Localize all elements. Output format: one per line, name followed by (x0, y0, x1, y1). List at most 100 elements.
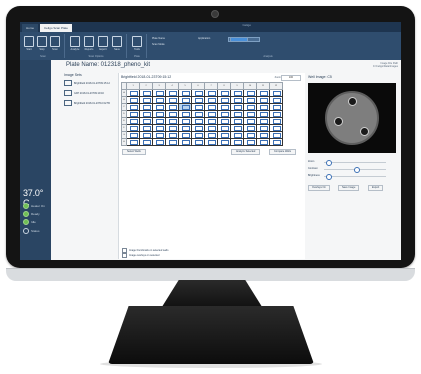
plate-well[interactable] (256, 131, 270, 139)
scan-button[interactable]: Scan (50, 36, 60, 51)
zoom-slider[interactable] (324, 160, 386, 166)
plate-well[interactable] (165, 96, 179, 104)
plate-well[interactable] (217, 117, 231, 125)
plate-well[interactable] (139, 110, 153, 118)
plate-well[interactable] (152, 117, 166, 125)
plate-well[interactable] (243, 124, 257, 132)
plate-well[interactable] (217, 96, 231, 104)
plate-well[interactable] (139, 138, 153, 146)
plate-well[interactable] (256, 124, 270, 132)
plate-well[interactable] (178, 117, 192, 125)
image-set-item[interactable]: GFP 2018-01-23T09:19:40 (64, 90, 116, 96)
plate-well[interactable] (230, 138, 244, 146)
column-header[interactable]: 7 (204, 82, 218, 90)
plate-well[interactable] (165, 110, 179, 118)
zoom-input[interactable]: 100 (281, 75, 301, 81)
plate-well[interactable] (256, 96, 270, 104)
column-header[interactable]: 3 (152, 82, 166, 90)
plate-well[interactable] (230, 103, 244, 111)
plate-well[interactable] (243, 103, 257, 111)
plate-well[interactable] (230, 89, 244, 97)
plate-well[interactable] (217, 124, 231, 132)
plate-well[interactable] (243, 110, 257, 118)
plate-well[interactable] (243, 89, 257, 97)
plate-well[interactable] (243, 117, 257, 125)
analyze-selected-button[interactable]: Analyze Selected (231, 149, 261, 155)
brightness-slider[interactable] (324, 174, 386, 180)
column-header[interactable]: 10 (243, 82, 257, 90)
plate-well[interactable] (126, 138, 140, 146)
plate-well[interactable] (139, 89, 153, 97)
plate-well[interactable] (152, 110, 166, 118)
plate-well[interactable] (269, 96, 283, 104)
plate-well[interactable] (165, 103, 179, 111)
plate-well[interactable] (217, 138, 231, 146)
plate-well[interactable] (191, 124, 205, 132)
plate-well[interactable] (178, 89, 192, 97)
plate-well[interactable] (139, 117, 153, 125)
export-button[interactable]: Export (98, 36, 108, 51)
plate-well[interactable] (139, 96, 153, 104)
plate-well[interactable] (126, 110, 140, 118)
plate-well[interactable] (204, 110, 218, 118)
plate-well[interactable] (217, 103, 231, 111)
plate-well[interactable] (139, 103, 153, 111)
slider-knob[interactable] (326, 174, 332, 180)
plate-well[interactable] (230, 131, 244, 139)
plate-well[interactable] (178, 110, 192, 118)
export-image-button[interactable]: Export (368, 185, 384, 191)
plate-well[interactable] (126, 131, 140, 139)
plate-well[interactable] (191, 103, 205, 111)
plate-well[interactable] (230, 117, 244, 125)
overlays-button[interactable]: Overlays On (308, 185, 330, 191)
plate-well[interactable] (204, 124, 218, 132)
image-set-item[interactable]: Brightfield 2018-01-23T09:15:12 (64, 80, 116, 86)
plate-well[interactable] (256, 138, 270, 146)
stop-button[interactable]: Stop (37, 36, 47, 51)
plate-well[interactable] (204, 96, 218, 104)
plate-well[interactable] (152, 138, 166, 146)
plate-well[interactable] (217, 131, 231, 139)
application-dropdown-value[interactable] (230, 37, 248, 42)
start-button[interactable]: Start (24, 36, 34, 51)
plate-well[interactable] (191, 138, 205, 146)
tools-button[interactable]: Tools (132, 36, 142, 51)
column-header[interactable]: 6 (191, 82, 205, 90)
plate-well[interactable] (217, 110, 231, 118)
plate-well[interactable] (269, 138, 283, 146)
plate-well[interactable] (152, 124, 166, 132)
plate-well[interactable] (191, 89, 205, 97)
compare-wells-button[interactable]: Compare Wells (269, 149, 297, 155)
column-header[interactable]: 1 (126, 82, 140, 90)
plate-well[interactable] (269, 117, 283, 125)
plate-well[interactable] (152, 96, 166, 104)
plate-well[interactable] (256, 103, 270, 111)
contrast-slider[interactable] (324, 167, 386, 173)
column-header[interactable]: 9 (230, 82, 244, 90)
plate-well[interactable] (256, 117, 270, 125)
select-wells-button[interactable]: Select Wells (122, 149, 146, 155)
slider-knob[interactable] (354, 167, 360, 173)
column-header[interactable]: 2 (139, 82, 153, 90)
plate-well[interactable] (191, 96, 205, 104)
column-header[interactable]: 8 (217, 82, 231, 90)
plate-well[interactable] (230, 110, 244, 118)
column-header[interactable]: 12 (269, 82, 283, 90)
plate-well[interactable] (126, 89, 140, 97)
tab-scan-plate[interactable]: Celigo Scan Plate (40, 24, 72, 32)
column-header[interactable]: 4 (165, 82, 179, 90)
save-button[interactable]: Save (112, 36, 122, 51)
reports-button[interactable]: Reports (84, 36, 94, 51)
image-set-item[interactable]: Brightfield 2018-01-23T10:02:55 (64, 100, 116, 106)
plate-well[interactable] (165, 131, 179, 139)
plate-well[interactable] (204, 138, 218, 146)
plate-well[interactable] (165, 89, 179, 97)
plate-well[interactable] (139, 131, 153, 139)
plate-well[interactable] (269, 103, 283, 111)
plate-well[interactable] (217, 89, 231, 97)
plate-well[interactable] (269, 89, 283, 97)
slider-knob[interactable] (326, 160, 332, 166)
column-header[interactable]: 5 (178, 82, 192, 90)
plate-well[interactable] (126, 96, 140, 104)
plate-well[interactable] (204, 131, 218, 139)
